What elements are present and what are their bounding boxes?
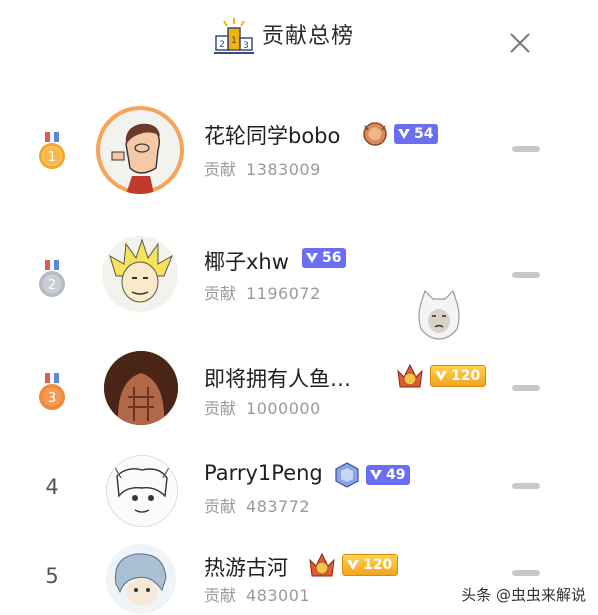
leaderboard-row-3[interactable]: 3 即将拥有人鱼… 120 贡献 1000000 (0, 345, 598, 435)
svg-text:2: 2 (219, 40, 225, 50)
level-value: 54 (414, 126, 434, 142)
leaderboard-row-4[interactable]: 4 Parry1Peng 49 贡献 483772 (0, 445, 598, 535)
username: 即将拥有人鱼… (204, 367, 351, 391)
badges: 54 (360, 120, 439, 148)
badges: 56 (302, 248, 347, 268)
crown-badge-icon (397, 363, 423, 388)
badges: 120 (394, 361, 487, 391)
contribution: 贡献 483772 (204, 493, 310, 517)
contribution-value: 483001 (246, 586, 311, 605)
cat-meme-sticker-icon (418, 289, 460, 340)
level-value: 56 (322, 250, 342, 266)
page-title: 贡献总榜 (262, 24, 355, 49)
medal-rank-label: 2 (48, 278, 56, 293)
level-value: 120 (363, 557, 393, 573)
crown-badge-icon (363, 122, 387, 146)
level-badge: 49 (366, 465, 411, 485)
medal-rank-label: 1 (48, 150, 56, 165)
contribution: 贡献 1000000 (204, 395, 321, 419)
avatar[interactable] (102, 236, 178, 312)
row-action-handle[interactable] (512, 146, 540, 152)
level-badge: 56 (302, 248, 347, 268)
avatar[interactable] (106, 455, 178, 527)
contribution-label: 贡献 (204, 284, 237, 303)
podium-icon: 2 1 3 (214, 18, 254, 54)
level-badge: 120 (430, 365, 487, 387)
close-icon[interactable] (505, 28, 535, 58)
contribution-label: 贡献 (204, 497, 237, 516)
crown-badge-icon (309, 552, 335, 577)
leaderboard-row-1[interactable]: 1 花轮同学bobo 54 贡献 1383009 (0, 100, 598, 200)
row-action-handle[interactable] (512, 272, 540, 278)
row-action-handle[interactable] (512, 483, 540, 489)
watermark: 头条 @虫虫来解说 (461, 584, 586, 605)
rank-number: 5 (45, 564, 59, 588)
username: Parry1Peng (204, 461, 323, 485)
row-action-handle[interactable] (512, 570, 540, 576)
contribution-label: 贡献 (204, 586, 237, 605)
crown-badge-icon (335, 462, 359, 488)
contribution: 贡献 1383009 (204, 156, 321, 180)
username: 椰子xhw (204, 250, 289, 274)
svg-text:1: 1 (231, 36, 237, 46)
leaderboard-row-2[interactable]: 2 椰子xhw 56 贡献 1196072 (0, 230, 598, 320)
contribution-label: 贡献 (204, 160, 237, 179)
avatar[interactable] (104, 351, 178, 425)
level-value: 49 (386, 467, 406, 483)
username: 花轮同学bobo (204, 124, 341, 148)
svg-text:3: 3 (243, 41, 249, 51)
rank-number: 4 (45, 475, 59, 499)
username: 热游古河 (204, 556, 288, 580)
contribution-value: 1383009 (246, 160, 321, 179)
contribution: 贡献 1196072 (204, 280, 321, 304)
avatar[interactable] (96, 106, 184, 194)
silver-medal-icon: 2 (39, 260, 65, 297)
gold-medal-icon: 1 (39, 132, 65, 169)
contribution-value: 1000000 (246, 399, 321, 418)
contribution: 贡献 483001 (204, 582, 310, 606)
contribution-value: 1196072 (246, 284, 321, 303)
badges: 49 (332, 461, 411, 489)
badges: 120 (306, 550, 399, 580)
level-badge: 120 (342, 554, 399, 576)
contribution-value: 483772 (246, 497, 311, 516)
header: 2 1 3 贡献总榜 (0, 0, 598, 78)
contribution-leaderboard-screen: 2 1 3 贡献总榜 1 花轮同学bobo 54 贡献 1383009 2 椰子… (0, 0, 598, 615)
avatar[interactable] (106, 544, 176, 614)
level-badge: 54 (394, 124, 439, 144)
medal-rank-label: 3 (48, 391, 56, 406)
bronze-medal-icon: 3 (39, 373, 65, 410)
watermark-text: 头条 @虫虫来解说 (461, 586, 586, 604)
row-action-handle[interactable] (512, 385, 540, 391)
level-value: 120 (451, 368, 481, 384)
contribution-label: 贡献 (204, 399, 237, 418)
